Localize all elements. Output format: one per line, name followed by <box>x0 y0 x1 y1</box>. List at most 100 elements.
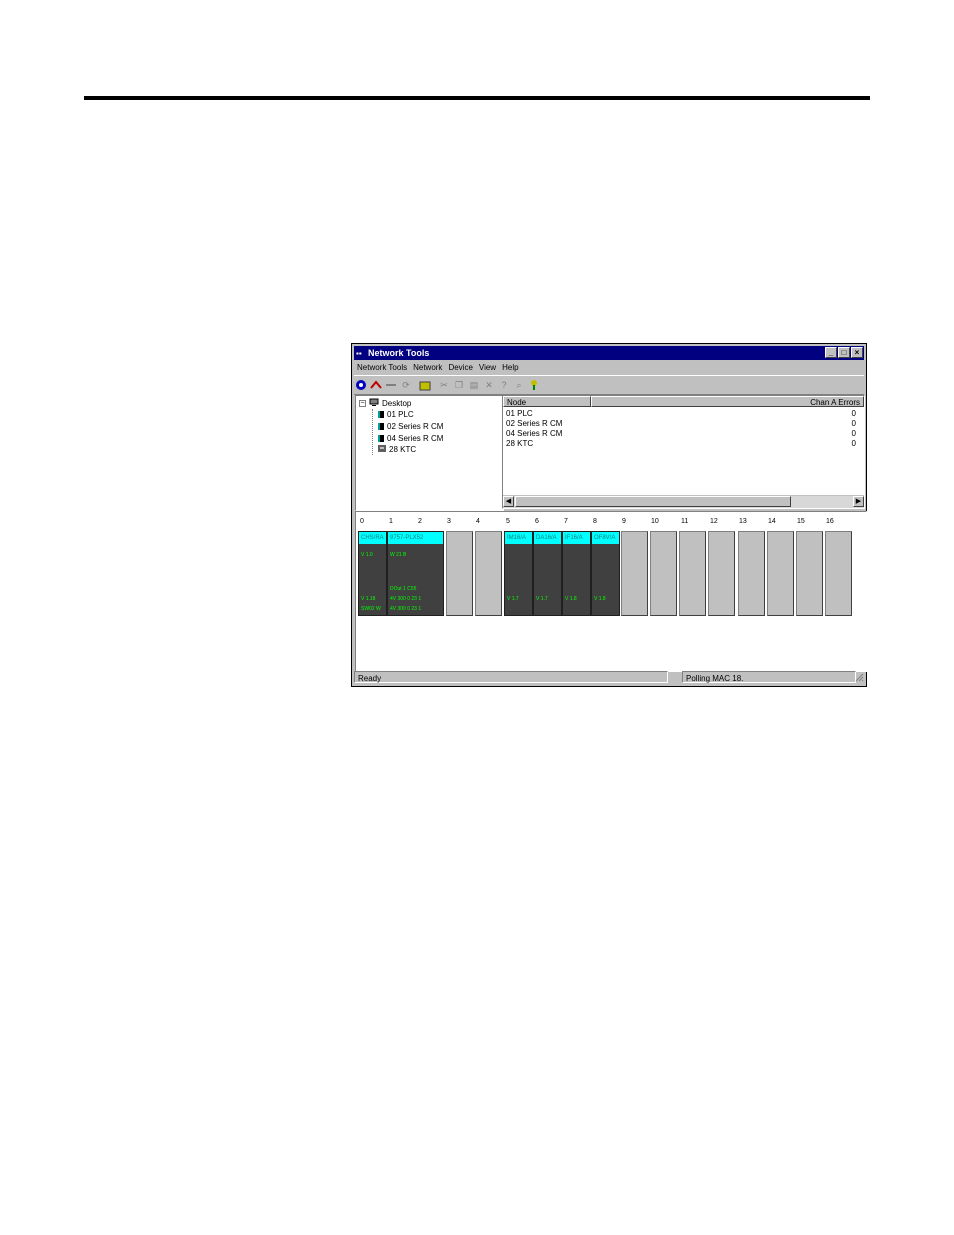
list-item[interactable]: 28 KTC 0 <box>506 439 856 449</box>
empty-slot[interactable] <box>825 531 852 616</box>
desktop-icon <box>369 398 379 410</box>
tree-root[interactable]: − Desktop <box>359 398 411 409</box>
slot-number: 7 <box>564 518 568 525</box>
network-tools-icon: ▪▪ <box>356 349 362 358</box>
slot-number: 10 <box>651 518 659 525</box>
empty-slot[interactable] <box>446 531 473 616</box>
tree-item-label: 01 PLC <box>387 410 414 419</box>
close-button[interactable]: × <box>851 347 863 358</box>
module-info: V 1.0 <box>361 552 373 558</box>
ktc-node-icon <box>378 444 386 456</box>
slot-number: 8 <box>593 518 597 525</box>
chassis-module[interactable]: OF8V/A V 1.8 <box>591 531 620 616</box>
empty-slot[interactable] <box>621 531 648 616</box>
plc-node-icon <box>378 411 384 418</box>
tree-item[interactable]: 28 KTC <box>378 444 416 455</box>
module-info: V 1.8 <box>594 596 606 602</box>
list-header: Node Chan A Errors <box>503 396 864 407</box>
module-name: 9757-PLX52 <box>388 532 443 544</box>
tree-item[interactable]: 02 Series R CM <box>378 421 443 432</box>
question-icon[interactable]: ? <box>497 378 511 392</box>
chassis-module[interactable]: IF16/A V 1.8 <box>562 531 591 616</box>
collapse-icon[interactable]: − <box>359 400 366 407</box>
tree-item-label: 28 KTC <box>389 445 417 454</box>
status-bar: Ready Polling MAC 18. <box>354 671 864 684</box>
status-polling: Polling MAC 18. <box>682 671 856 683</box>
module-info: DOut 1 C55 <box>390 586 417 592</box>
column-node[interactable]: Node <box>503 396 591 407</box>
slot-number: 3 <box>447 518 451 525</box>
empty-slot[interactable] <box>767 531 794 616</box>
module-info: 4V 300 0 23 1 <box>390 596 422 602</box>
disconnect-icon[interactable] <box>384 378 398 392</box>
empty-slot[interactable] <box>738 531 765 616</box>
tree-item-label: 04 Series R CM <box>387 434 444 443</box>
tree-item[interactable]: 01 PLC <box>378 409 414 420</box>
title-bar[interactable]: ▪▪ Network Tools _ □ × <box>354 346 864 360</box>
menu-help[interactable]: Help <box>499 361 521 374</box>
slot-number: 9 <box>622 518 626 525</box>
module-name: OF8V/A <box>592 532 619 544</box>
slot-number: 5 <box>506 518 510 525</box>
scrollbar-thumb[interactable] <box>515 496 791 507</box>
minimize-button[interactable]: _ <box>825 347 837 358</box>
empty-slot[interactable] <box>679 531 706 616</box>
horizontal-scrollbar[interactable]: ◀ ▶ <box>503 495 864 508</box>
empty-slot[interactable] <box>796 531 823 616</box>
status-text: Ready <box>354 671 668 683</box>
module-info: W 21 B <box>390 552 407 558</box>
cut-icon[interactable]: ✂ <box>437 378 451 392</box>
connect-icon[interactable] <box>369 378 383 392</box>
chassis-module[interactable]: 9757-PLX52 W 21 B DOut 1 C55 4V 300 0 23… <box>387 531 444 616</box>
open-icon[interactable] <box>418 378 432 392</box>
help-icon[interactable] <box>527 378 541 392</box>
module-info: V 1.7 <box>536 596 548 602</box>
menu-view[interactable]: View <box>476 361 499 374</box>
network-tree: − Desktop 01 PLC 02 Series R CM 04 Serie… <box>355 395 504 511</box>
empty-slot[interactable] <box>650 531 677 616</box>
module-info: V 1.8 <box>565 596 577 602</box>
refresh-icon[interactable]: ⟳ <box>399 378 413 392</box>
slot-number: 2 <box>418 518 422 525</box>
chassis-module[interactable]: IM16/A V 1.7 <box>504 531 533 616</box>
scroll-left-icon[interactable]: ◀ <box>503 496 514 507</box>
cm-node-icon <box>378 435 384 442</box>
toolbar: ⟳ ✂ ❐ ▤ ✕ ? ⌕ <box>354 375 864 395</box>
window-title: Network Tools <box>368 348 430 358</box>
chassis-module[interactable]: DA16/A V 1.7 <box>533 531 562 616</box>
module-name: IM16/A <box>505 532 532 544</box>
copy-icon[interactable]: ❐ <box>452 378 466 392</box>
menu-network[interactable]: Network <box>410 361 445 374</box>
node-list: Node Chan A Errors 01 PLC 0 02 Series R … <box>502 395 865 509</box>
chassis-module[interactable]: CHS/RA V 1.0 V 1.18 SW02 W <box>358 531 387 616</box>
row-node: 04 Series R CM <box>506 429 563 438</box>
tree-item-label: 02 Series R CM <box>387 422 444 431</box>
row-node: 02 Series R CM <box>506 419 563 428</box>
column-chan-a-errors[interactable]: Chan A Errors <box>591 396 864 407</box>
tree-item[interactable]: 04 Series R CM <box>378 433 443 444</box>
resize-grip-icon[interactable] <box>855 673 864 682</box>
chassis-view: 0 1 2 3 4 5 6 7 8 9 10 11 12 13 14 15 16… <box>355 511 867 672</box>
row-errors: 0 <box>851 419 856 428</box>
row-node: 01 PLC <box>506 409 533 418</box>
maximize-button[interactable]: □ <box>838 347 850 358</box>
delete-icon[interactable]: ✕ <box>482 378 496 392</box>
paste-icon[interactable]: ▤ <box>467 378 481 392</box>
menu-network-tools[interactable]: Network Tools <box>354 361 410 374</box>
empty-slot[interactable] <box>708 531 735 616</box>
row-node: 28 KTC <box>506 439 534 448</box>
slot-number: 0 <box>360 518 364 525</box>
menu-device[interactable]: Device <box>445 361 475 374</box>
online-icon[interactable] <box>354 378 368 392</box>
scroll-right-icon[interactable]: ▶ <box>853 496 864 507</box>
row-errors: 0 <box>851 409 856 418</box>
cm-node-icon <box>378 423 384 430</box>
list-item[interactable]: 04 Series R CM 0 <box>506 429 856 439</box>
module-info: 4V 300 0 23 1 <box>390 606 422 612</box>
empty-slot[interactable] <box>475 531 502 616</box>
list-item[interactable]: 02 Series R CM 0 <box>506 419 856 429</box>
list-item[interactable]: 01 PLC 0 <box>506 409 856 419</box>
menu-bar: Network Tools Network Device View Help <box>354 361 864 374</box>
slot-number: 4 <box>476 518 480 525</box>
find-icon[interactable]: ⌕ <box>512 378 526 392</box>
